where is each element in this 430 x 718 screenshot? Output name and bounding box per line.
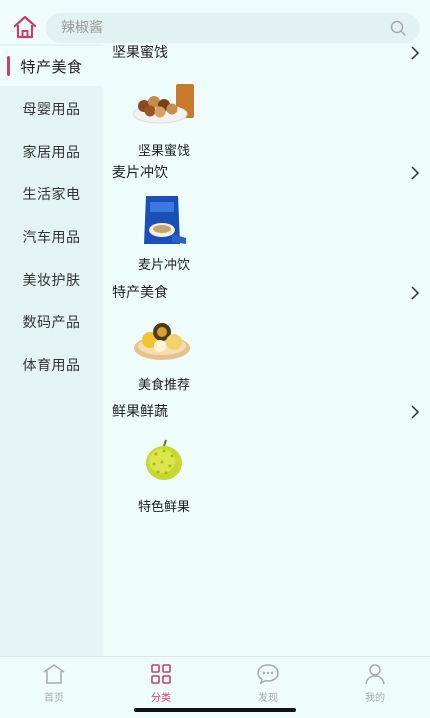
chat-icon	[257, 664, 279, 685]
chevron-right-icon[interactable]	[410, 405, 420, 419]
chevron-right-icon[interactable]	[410, 166, 420, 180]
search-icon[interactable]	[390, 20, 406, 36]
grid-icon	[151, 664, 171, 684]
food-plate-icon	[134, 323, 190, 360]
product-item[interactable]: 美食推荐	[131, 314, 197, 393]
sidebar-item-sports[interactable]: 体育用品	[0, 345, 103, 385]
home-indicator	[134, 708, 296, 712]
sidebar-item-appliances[interactable]: 生活家电	[0, 174, 103, 214]
product-name: 美食推荐	[137, 378, 190, 393]
product-name: 麦片冲饮	[137, 258, 190, 273]
tab-category[interactable]: 分类	[131, 663, 191, 707]
tab-label: 首页	[44, 693, 64, 704]
search-bar[interactable]	[46, 13, 420, 43]
tab-home[interactable]: 首页	[24, 663, 84, 707]
tab-discover[interactable]: 发现	[238, 663, 298, 707]
chevron-right-icon[interactable]	[410, 46, 420, 60]
tab-label: 我的	[365, 693, 385, 704]
user-icon	[365, 664, 385, 685]
search-input[interactable]	[46, 13, 420, 43]
section-title[interactable]: 特产美食	[112, 282, 168, 302]
sidebar-item-specialty-food[interactable]: 特产美食	[0, 46, 103, 86]
section-title[interactable]: 坚果蜜饯	[112, 42, 168, 62]
cereal-bag-icon	[144, 196, 186, 244]
chevron-right-icon[interactable]	[410, 286, 420, 300]
sidebar-item-beauty[interactable]: 美妆护肤	[0, 260, 103, 300]
sidebar-item-home[interactable]: 家居用品	[0, 132, 103, 172]
sidebar-item-baby[interactable]: 母婴用品	[0, 89, 103, 129]
tab-label: 分类	[151, 693, 171, 704]
section-title[interactable]: 麦片冲饮	[112, 162, 168, 182]
tab-label: 发现	[258, 693, 278, 704]
product-item[interactable]: 特色鲜果	[131, 436, 197, 515]
nuts-icon	[132, 84, 194, 124]
home-icon	[43, 664, 65, 684]
product-name: 坚果蜜饯	[137, 144, 190, 159]
product-name: 特色鲜果	[137, 500, 190, 515]
home-icon[interactable]	[12, 14, 38, 40]
product-item[interactable]: 坚果蜜饯	[131, 80, 197, 159]
sidebar-item-auto[interactable]: 汽车用品	[0, 217, 103, 257]
category-content: 坚果蜜饯 坚果蜜饯 麦片冲饮 麦片冲饮 特产美食 美食推荐 鲜果鲜蔬 特色鲜果	[103, 44, 430, 656]
tab-profile[interactable]: 我的	[345, 663, 405, 707]
sidebar-item-digital[interactable]: 数码产品	[0, 302, 103, 342]
product-item[interactable]: 麦片冲饮	[131, 194, 197, 273]
section-title[interactable]: 鲜果鲜蔬	[112, 401, 168, 421]
durian-icon	[146, 439, 182, 480]
category-sidebar: 特产美食 母婴用品 家居用品 生活家电 汽车用品 美妆护肤 数码产品 体育用品	[0, 44, 103, 656]
